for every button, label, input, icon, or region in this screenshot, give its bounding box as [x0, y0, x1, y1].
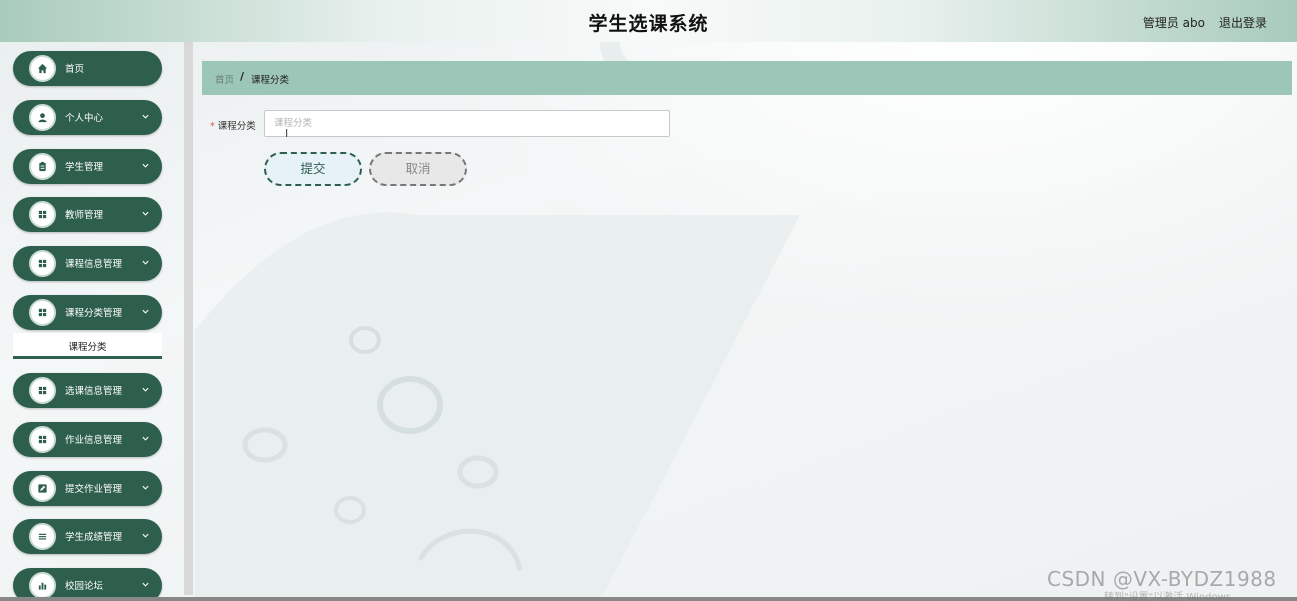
windows-activation-watermark: 转到"设置"以激活 Windows。: [1104, 592, 1242, 601]
cancel-button[interactable]: 取消: [369, 152, 467, 186]
breadcrumb-home[interactable]: 首页: [215, 72, 234, 86]
sidebar: [0, 42, 185, 601]
required-mark: *: [210, 121, 215, 132]
course-category-input[interactable]: [264, 110, 670, 137]
breadcrumb-current: 课程分类: [251, 75, 290, 86]
top-header: 学生选课系统 管理员 abo 退出登录: [0, 0, 1297, 42]
logout-link[interactable]: 退出登录: [1219, 14, 1267, 31]
breadcrumb: 首页 / 课程分类: [202, 61, 1292, 95]
breadcrumb-separator: /: [240, 70, 245, 83]
course-category-label: * 课程分类: [210, 118, 256, 132]
bottom-edge-bar: [0, 597, 1297, 601]
app-title: 学生选课系统: [588, 13, 709, 35]
text-cursor-icon: I: [285, 127, 289, 140]
sidebar-scrollbar[interactable]: [184, 42, 193, 595]
course-category-label-text: 课程分类: [217, 121, 256, 132]
submit-button[interactable]: 提交: [264, 152, 362, 186]
current-user: 管理员 abo: [1142, 16, 1205, 30]
